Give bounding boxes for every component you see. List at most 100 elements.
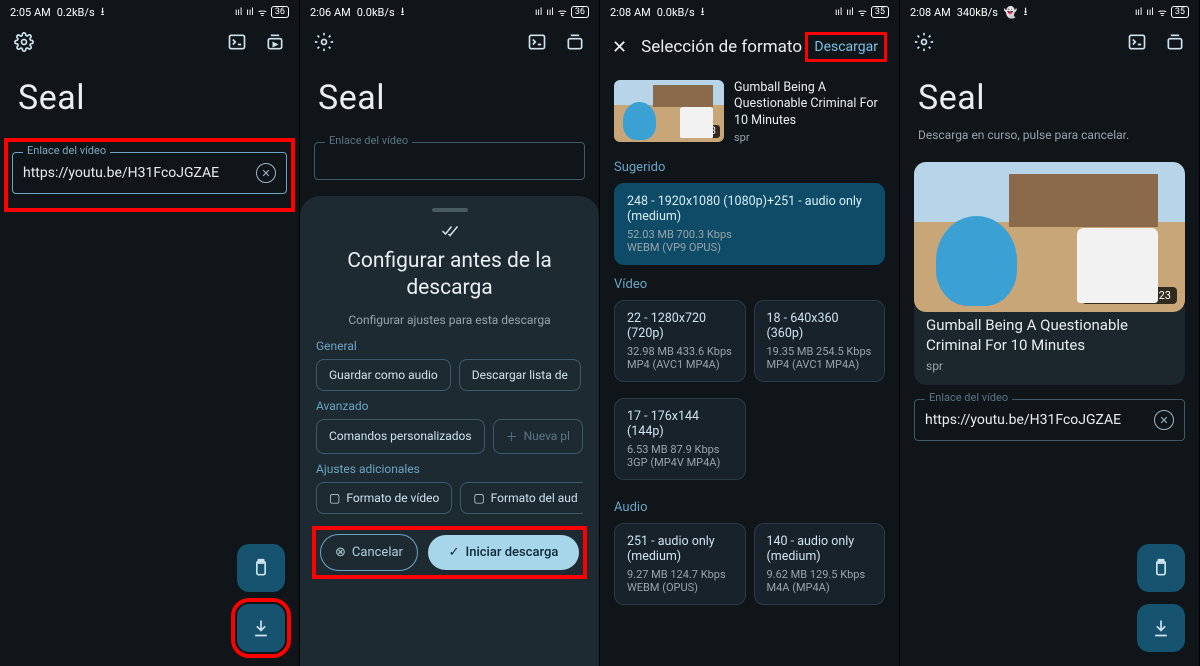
format-topbar: ✕ Selección de formato Descargar <box>600 22 899 72</box>
start-download-button[interactable]: ✓ Iniciar descarga <box>428 535 579 570</box>
chip-download-playlist[interactable]: Descargar lista de <box>459 359 581 391</box>
download-indicator-icon: ⭳ <box>1024 3 1028 22</box>
settings-icon[interactable] <box>914 32 934 52</box>
phone-screen-4: 2:08 AM 340kB/s 👻 ⭳ ııl ııl ᯤ 35 Seal De… <box>900 0 1200 666</box>
cancel-button[interactable]: ⊗ Cancelar <box>320 534 418 571</box>
download-indicator-icon: ⭳ <box>101 3 105 22</box>
status-time: 2:08 AM <box>610 6 651 19</box>
wifi-icon: ᯤ <box>558 5 567 19</box>
clear-icon[interactable]: ✕ <box>1154 410 1174 430</box>
url-input[interactable]: Enlace del vídeo https://youtu.be/H31Fco… <box>914 399 1185 441</box>
plus-icon: ＋ <box>506 428 518 445</box>
signal-icon: ııl <box>246 7 253 18</box>
status-bar: 2:05 AM 0.2kB/s ⭳ ııl ııl ᯤ 36 <box>0 0 299 22</box>
url-input-label: Enlace del vídeo <box>325 134 412 147</box>
double-check-icon <box>316 222 583 240</box>
status-bar: 2:08 AM 0.0kB/s ⭳ ııl ııl ᯤ 35 <box>600 0 899 22</box>
status-bar: 2:08 AM 340kB/s 👻 ⭳ ııl ııl ᯤ 35 <box>900 0 1199 22</box>
chip-custom-commands[interactable]: Comandos personalizados <box>316 419 485 454</box>
cancel-button-label: Cancelar <box>352 545 403 560</box>
format-audio-opus[interactable]: 251 - audio only (medium) 9.27 MB 124.7 … <box>614 523 746 605</box>
terminal-icon[interactable] <box>527 32 547 52</box>
downloading-card[interactable]: 52.03 MB · 10:23 Gumball Being A Questio… <box>914 162 1185 385</box>
phone-screen-1: 2:05 AM 0.2kB/s ⭳ ııl ııl ᯤ 36 Seal Enla… <box>0 0 300 666</box>
wifi-icon: ᯤ <box>858 5 867 19</box>
audio-icon: ▢ <box>473 491 484 505</box>
download-indicator-icon: ⭳ <box>701 3 705 22</box>
url-input-label: Enlace del vídeo <box>23 144 110 157</box>
app-toolbar <box>300 22 599 62</box>
battery-icon: 35 <box>1171 6 1189 18</box>
url-field-highlight: Enlace del vídeo https://youtu.be/H31Fco… <box>4 138 295 212</box>
url-input[interactable]: Enlace del vídeo <box>314 142 585 180</box>
thumb-badge: 52.03 MB · 10:23 <box>1082 287 1177 304</box>
battery-icon: 36 <box>571 6 589 18</box>
phone-screen-3: 2:08 AM 0.0kB/s ⭳ ııl ııl ᯤ 35 ✕ Selecci… <box>600 0 900 666</box>
download-button[interactable]: Descargar <box>805 32 887 62</box>
terminal-icon[interactable] <box>227 32 247 52</box>
url-input[interactable]: Enlace del vídeo https://youtu.be/H31Fco… <box>12 152 287 194</box>
chip-new-template[interactable]: ＋Nueva pl <box>493 419 583 454</box>
sheet-handle[interactable] <box>432 208 468 212</box>
status-time: 2:06 AM <box>310 6 351 19</box>
format-video-720p[interactable]: 22 - 1280x720 (720p) 32.98 MB 433.6 Kbps… <box>614 300 746 382</box>
fab-column <box>1137 544 1185 652</box>
url-input-value: https://youtu.be/H31FcoJGZAE <box>925 412 1154 428</box>
phone-screen-2: 2:06 AM 0.0kB/s ⭳ ııl ııl ᯤ 36 Seal Enla… <box>300 0 600 666</box>
url-input-label: Enlace del vídeo <box>925 391 1012 404</box>
signal-icon: ııl <box>1146 7 1153 18</box>
settings-icon[interactable] <box>314 32 334 52</box>
wifi-icon: ᯤ <box>1158 5 1167 19</box>
app-toolbar <box>900 22 1199 62</box>
download-fab[interactable] <box>237 604 285 652</box>
video-thumbnail: 10:23 <box>614 80 724 142</box>
status-bar: 2:06 AM 0.0kB/s ⭳ ııl ııl ᯤ 36 <box>300 0 599 22</box>
format-codec: WEBM (VP9 OPUS) <box>627 241 872 254</box>
chip-video-format[interactable]: ▢Formato de vídeo <box>316 482 452 514</box>
status-net: 0.0kB/s <box>357 6 395 19</box>
status-net: 0.2kB/s <box>57 6 95 19</box>
format-audio-m4a[interactable]: 140 - audio only (medium) 9.62 MB 129.5 … <box>754 523 886 605</box>
download-status-msg: Descarga en curso, pulse para cancelar. <box>900 128 1199 152</box>
section-suggested: Sugerido <box>614 160 885 175</box>
queue-icon[interactable] <box>1165 32 1185 52</box>
signal-icon: ııl <box>1135 7 1142 18</box>
check-icon: ✓ <box>449 545 460 560</box>
format-video-360p[interactable]: 18 - 640x360 (360p) 19.35 MB 254.5 Kbps … <box>754 300 886 382</box>
duration-badge: 10:23 <box>687 125 720 138</box>
chip-audio-format[interactable]: ▢Formato del aud <box>460 482 583 514</box>
settings-icon[interactable] <box>14 32 34 52</box>
downloading-thumbnail: 52.03 MB · 10:23 <box>914 162 1185 312</box>
format-suggested[interactable]: 248 - 1920x1080 (1080p)+251 - audio only… <box>614 183 885 265</box>
section-video: Vídeo <box>614 277 885 292</box>
terminal-icon[interactable] <box>1127 32 1147 52</box>
config-sheet: Configurar antes de la descarga Configur… <box>300 196 599 666</box>
queue-icon[interactable] <box>265 32 285 52</box>
status-time: 2:08 AM <box>910 6 951 19</box>
downloading-title: Gumball Being A Questionable Criminal Fo… <box>926 316 1173 355</box>
signal-icon: ııl <box>546 7 553 18</box>
video-header: 10:23 Gumball Being A Questionable Crimi… <box>600 72 899 148</box>
signal-icon: ııl <box>846 7 853 18</box>
format-list[interactable]: Sugerido 248 - 1920x1080 (1080p)+251 - a… <box>600 148 899 613</box>
section-audio: Audio <box>614 500 885 515</box>
app-title: Seal <box>300 62 599 128</box>
section-additional: Ajustes adicionales <box>316 462 583 476</box>
download-fab[interactable] <box>1137 604 1185 652</box>
clear-icon[interactable]: ✕ <box>256 163 276 183</box>
queue-icon[interactable] <box>565 32 585 52</box>
status-time: 2:05 AM <box>10 6 51 19</box>
paste-fab[interactable] <box>237 544 285 592</box>
snapchat-icon: 👻 <box>1004 6 1018 19</box>
url-field-wrap: Enlace del vídeo https://youtu.be/H31Fco… <box>914 399 1185 441</box>
signal-icon: ııl <box>235 7 242 18</box>
signal-icon: ııl <box>535 7 542 18</box>
battery-icon: 36 <box>271 6 289 18</box>
close-icon[interactable]: ✕ <box>612 37 627 58</box>
format-title: Selección de formato <box>641 37 802 57</box>
paste-fab[interactable] <box>1137 544 1185 592</box>
chip-save-audio[interactable]: Guardar como audio <box>316 359 451 391</box>
download-indicator-icon: ⭳ <box>401 3 405 22</box>
url-input-value <box>325 153 574 169</box>
format-video-144p[interactable]: 17 - 176x144 (144p) 6.53 MB 87.9 Kbps 3G… <box>614 398 746 480</box>
